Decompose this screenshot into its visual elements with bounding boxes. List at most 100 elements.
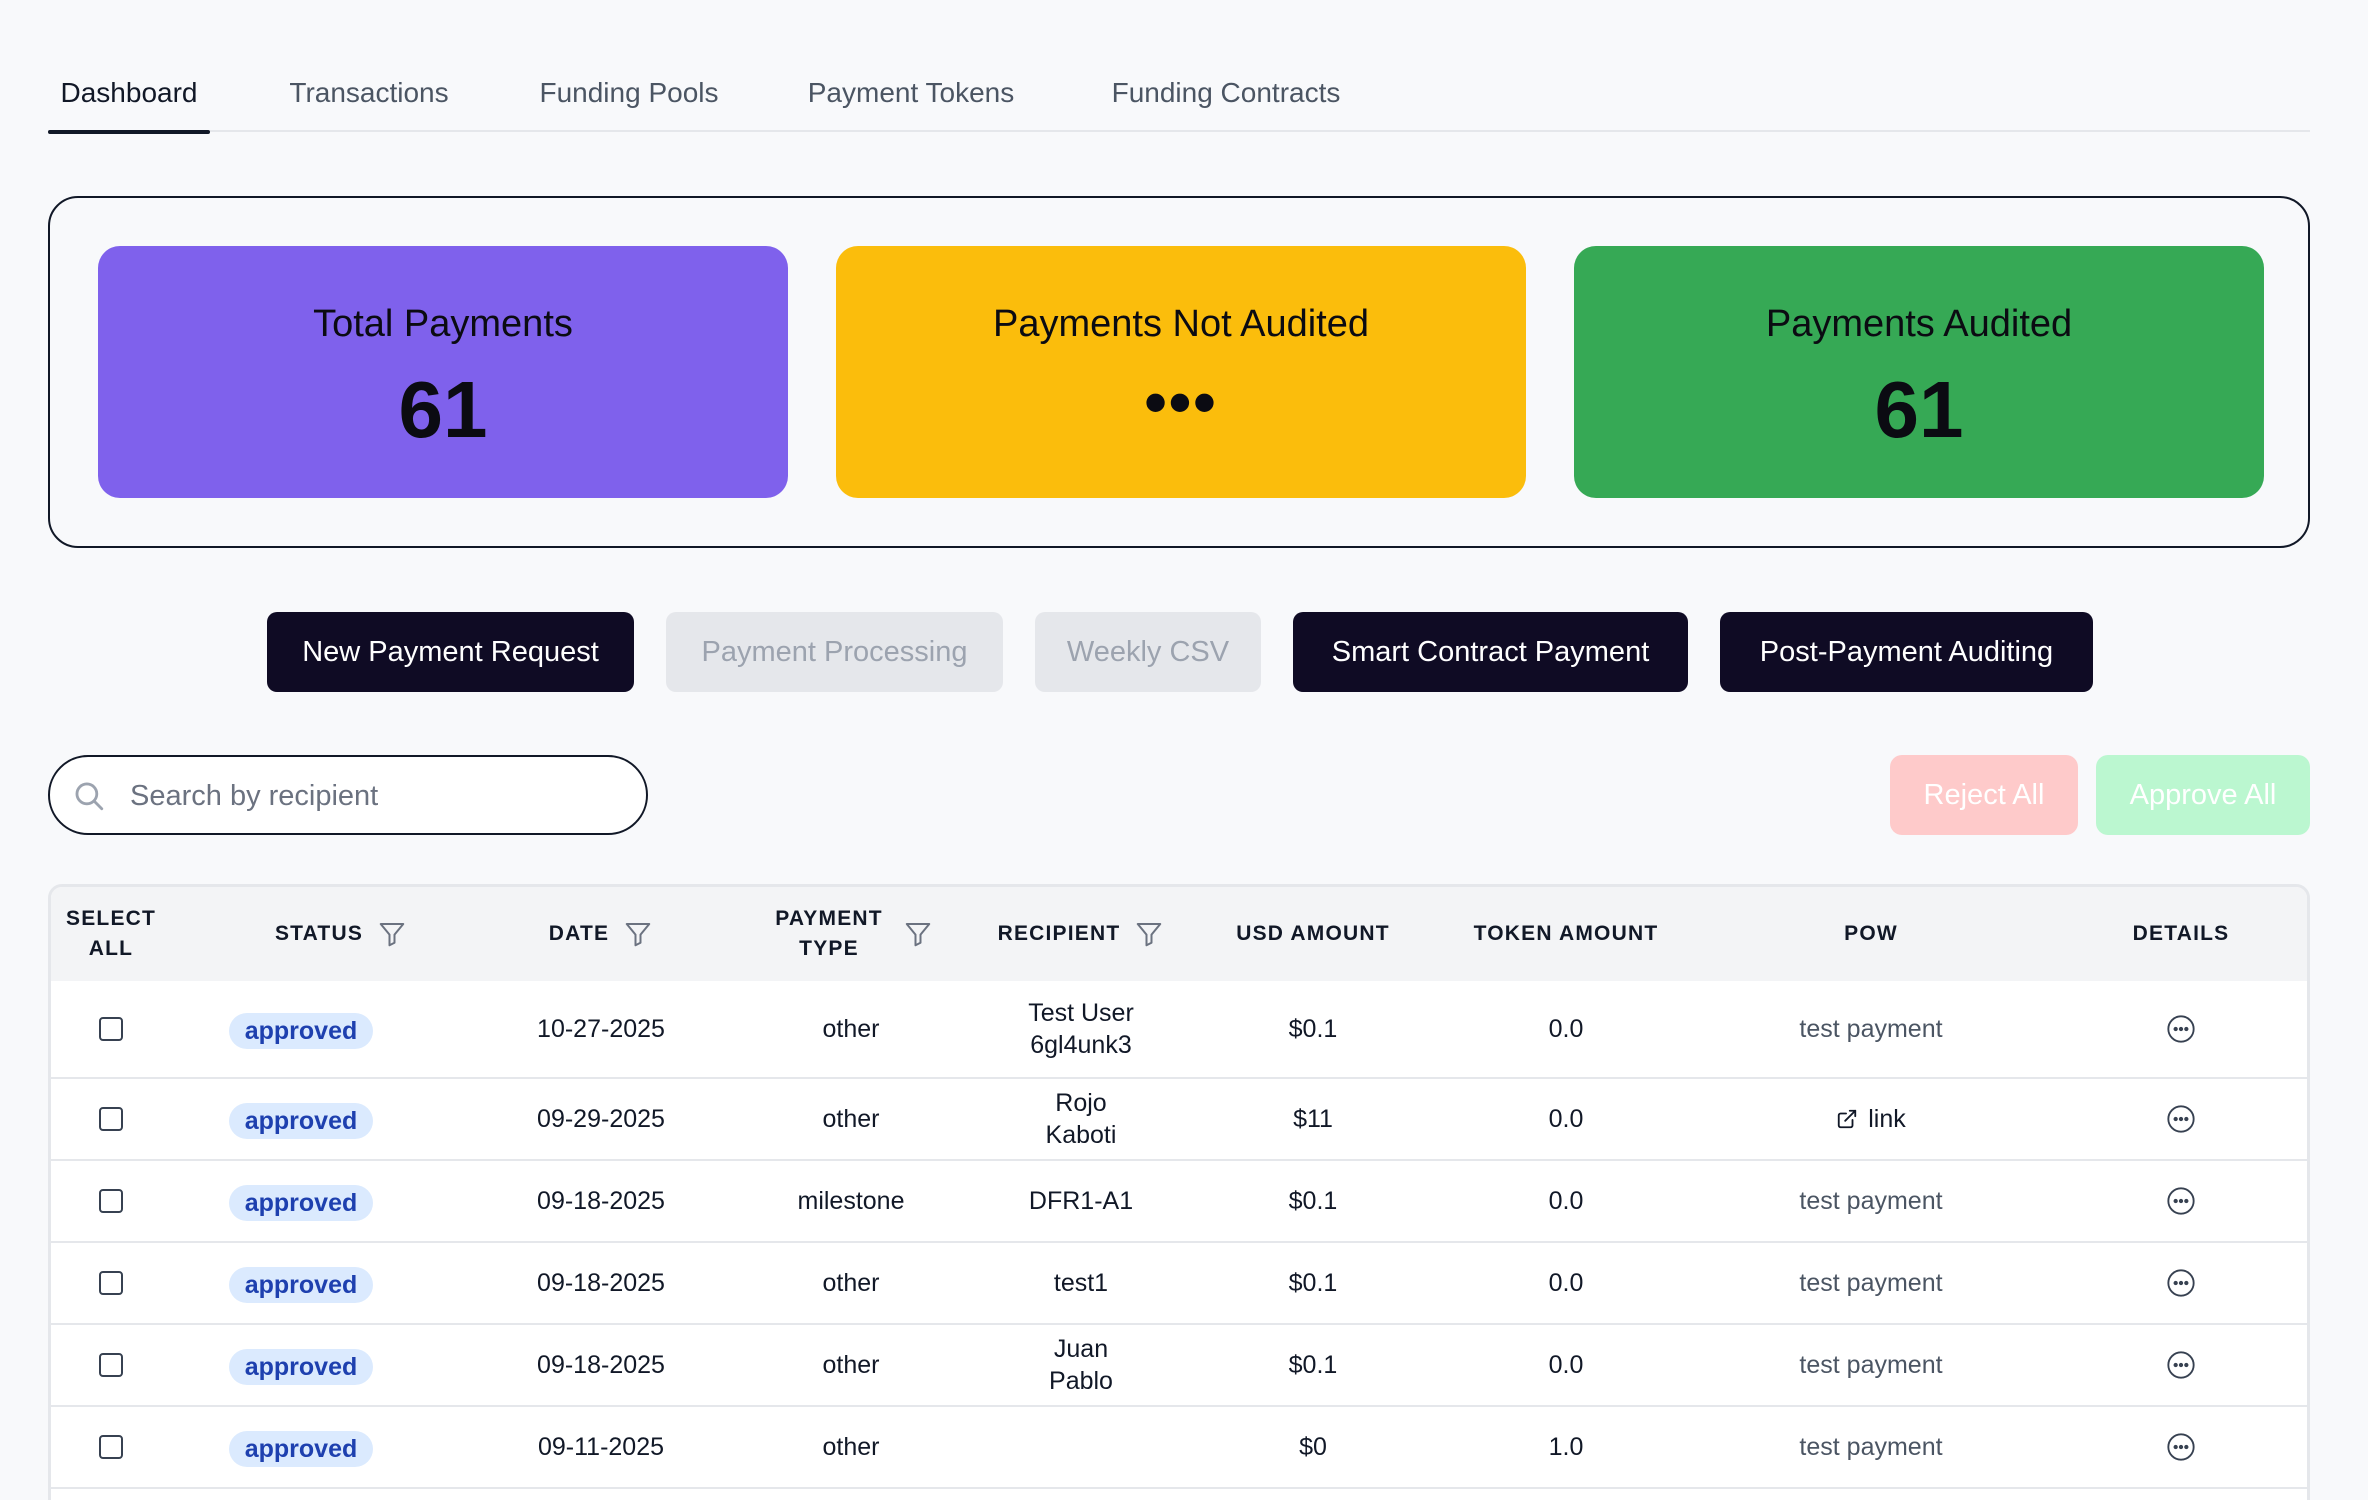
search-input[interactable] <box>130 771 630 821</box>
loading-dots: ••• <box>1144 366 1218 438</box>
dashboard-page: Dashboard Transactions Funding Pools Pay… <box>0 0 2368 1500</box>
tab-payment-tokens[interactable]: Payment Tokens <box>800 62 1022 132</box>
weekly-csv-button[interactable]: Weekly CSV <box>1035 612 1261 692</box>
table-header: SELECT ALL STATUS DATE PAYMENT TYPE RECI… <box>51 887 2307 981</box>
approve-all-button[interactable]: Approve All <box>2096 755 2310 835</box>
stat-title: Total Payments <box>313 303 573 345</box>
status-badge: approved <box>228 1013 374 1049</box>
smart-contract-payment-button[interactable]: Smart Contract Payment <box>1293 612 1688 692</box>
header-status: STATUS <box>221 887 461 981</box>
table-row: approved 09-18-2025 other test1 $0.1 0.0 test … <box>51 1243 2307 1325</box>
date-cell: 09-18-2025 <box>537 1187 665 1215</box>
header-label: STATUS <box>274 922 364 945</box>
row-checkbox[interactable] <box>99 1353 123 1377</box>
nav-tabs: Dashboard Transactions Funding Pools Pay… <box>48 62 2310 134</box>
pow-cell: test payment <box>1799 1269 1943 1297</box>
row-checkbox[interactable] <box>99 1017 123 1041</box>
details-cell <box>2081 1325 2281 1405</box>
token-cell: 0.0 <box>1548 1105 1584 1133</box>
details-cell <box>2081 1243 2281 1323</box>
row-checkbox[interactable] <box>99 1435 123 1459</box>
recipient-cell <box>961 1407 1201 1487</box>
header-recipient: RECIPIENT <box>961 887 1201 981</box>
header-date: DATE <box>481 887 721 981</box>
total-payments-card: Total Payments 61 <box>98 246 788 498</box>
token-cell: 1.0 <box>1548 1433 1584 1461</box>
filter-icon[interactable] <box>623 919 653 949</box>
post-payment-auditing-button[interactable]: Post-Payment Auditing <box>1720 612 2093 692</box>
header-pow: POW <box>1844 922 1898 945</box>
status-cell: approved <box>201 1325 401 1405</box>
stat-value: 61 <box>1874 365 1964 454</box>
search-icon <box>75 782 104 811</box>
pow-cell: test payment <box>1799 1351 1943 1379</box>
status-cell: approved <box>201 981 401 1077</box>
filter-icon[interactable] <box>377 919 407 949</box>
recipient-cell: Test User 6gl4unk3 <box>1028 999 1134 1059</box>
details-cell <box>2081 1079 2281 1159</box>
token-cell: 0.0 <box>1548 1269 1584 1297</box>
pow-cell: test payment <box>1799 1187 1943 1215</box>
header-select-all[interactable]: SELECT ALL <box>51 887 171 981</box>
token-cell: 0.0 <box>1548 1015 1584 1043</box>
status-badge: approved <box>228 1103 374 1139</box>
usd-cell: $0.1 <box>1288 1269 1338 1297</box>
tab-dashboard[interactable]: Dashboard <box>48 62 210 134</box>
select-cell <box>51 1407 171 1487</box>
reject-all-button[interactable]: Reject All <box>1890 755 2078 835</box>
new-payment-request-button[interactable]: New Payment Request <box>267 612 634 692</box>
usd-cell: $11 <box>1293 1105 1333 1133</box>
usd-cell: $0.1 <box>1288 1015 1338 1043</box>
more-options-icon[interactable] <box>2165 1013 2197 1045</box>
select-cell <box>51 1325 171 1405</box>
select-cell <box>51 1079 171 1159</box>
pow-cell: link <box>1771 1079 1971 1159</box>
more-options-icon[interactable] <box>2165 1267 2197 1299</box>
type-cell: other <box>822 1015 880 1043</box>
payments-table: SELECT ALL STATUS DATE PAYMENT TYPE RECI… <box>48 884 2310 1500</box>
select-cell <box>51 1161 171 1241</box>
type-cell: other <box>822 1351 880 1379</box>
token-cell: 0.0 <box>1548 1187 1584 1215</box>
table-row: approved 09-18-2025 milestone DFR1-A1 $0.1 0.… <box>51 1161 2307 1243</box>
select-cell <box>51 1243 171 1323</box>
type-cell: other <box>822 1433 880 1461</box>
recipient-cell: DFR1-A1 <box>1028 1187 1134 1215</box>
header-token-amount: TOKEN AMOUNT <box>1473 922 1659 945</box>
table-row: approved 09-18-2025 other Juan Pablo $0.1 0.0… <box>51 1325 2307 1407</box>
date-cell: 09-18-2025 <box>537 1269 665 1297</box>
more-options-icon[interactable] <box>2165 1349 2197 1381</box>
pow-link[interactable]: link <box>1836 1103 1906 1135</box>
external-link-icon <box>1838 1109 1857 1129</box>
payments-not-audited-card: Payments Not Audited ••• <box>836 246 1526 498</box>
status-cell: approved <box>201 1161 401 1241</box>
date-cell: 09-11-2025 <box>537 1433 665 1461</box>
header-label: RECIPIENT <box>997 922 1121 945</box>
tab-funding-pools[interactable]: Funding Pools <box>534 62 724 132</box>
header-payment-type: PAYMENT TYPE <box>731 887 971 981</box>
more-options-icon[interactable] <box>2165 1103 2197 1135</box>
recipient-cell: test1 <box>1053 1269 1109 1297</box>
row-checkbox[interactable] <box>99 1189 123 1213</box>
filter-icon[interactable] <box>1134 919 1164 949</box>
select-cell <box>51 981 171 1077</box>
pow-link-label: link <box>1868 1105 1906 1133</box>
pow-cell: test payment <box>1799 1015 1943 1043</box>
table-row: approved 09-29-2025 other Rojo Kaboti $11 0.0… <box>51 1079 2307 1161</box>
details-cell <box>2081 1161 2281 1241</box>
more-options-icon[interactable] <box>2165 1185 2197 1217</box>
details-cell <box>2081 981 2281 1077</box>
stat-value: 61 <box>398 365 488 454</box>
row-checkbox[interactable] <box>99 1107 123 1131</box>
tab-transactions[interactable]: Transactions <box>282 62 456 132</box>
more-options-icon[interactable] <box>2165 1431 2197 1463</box>
status-badge: approved <box>228 1267 374 1303</box>
header-label: PAYMENT TYPE <box>775 907 883 960</box>
payment-processing-button[interactable]: Payment Processing <box>666 612 1003 692</box>
row-checkbox[interactable] <box>99 1271 123 1295</box>
token-cell: 0.0 <box>1548 1351 1584 1379</box>
recipient-cell: Rojo Kaboti <box>1045 1089 1117 1149</box>
status-cell: approved <box>201 1243 401 1323</box>
tab-funding-contracts[interactable]: Funding Contracts <box>1102 62 1350 132</box>
filter-icon[interactable] <box>903 919 933 949</box>
